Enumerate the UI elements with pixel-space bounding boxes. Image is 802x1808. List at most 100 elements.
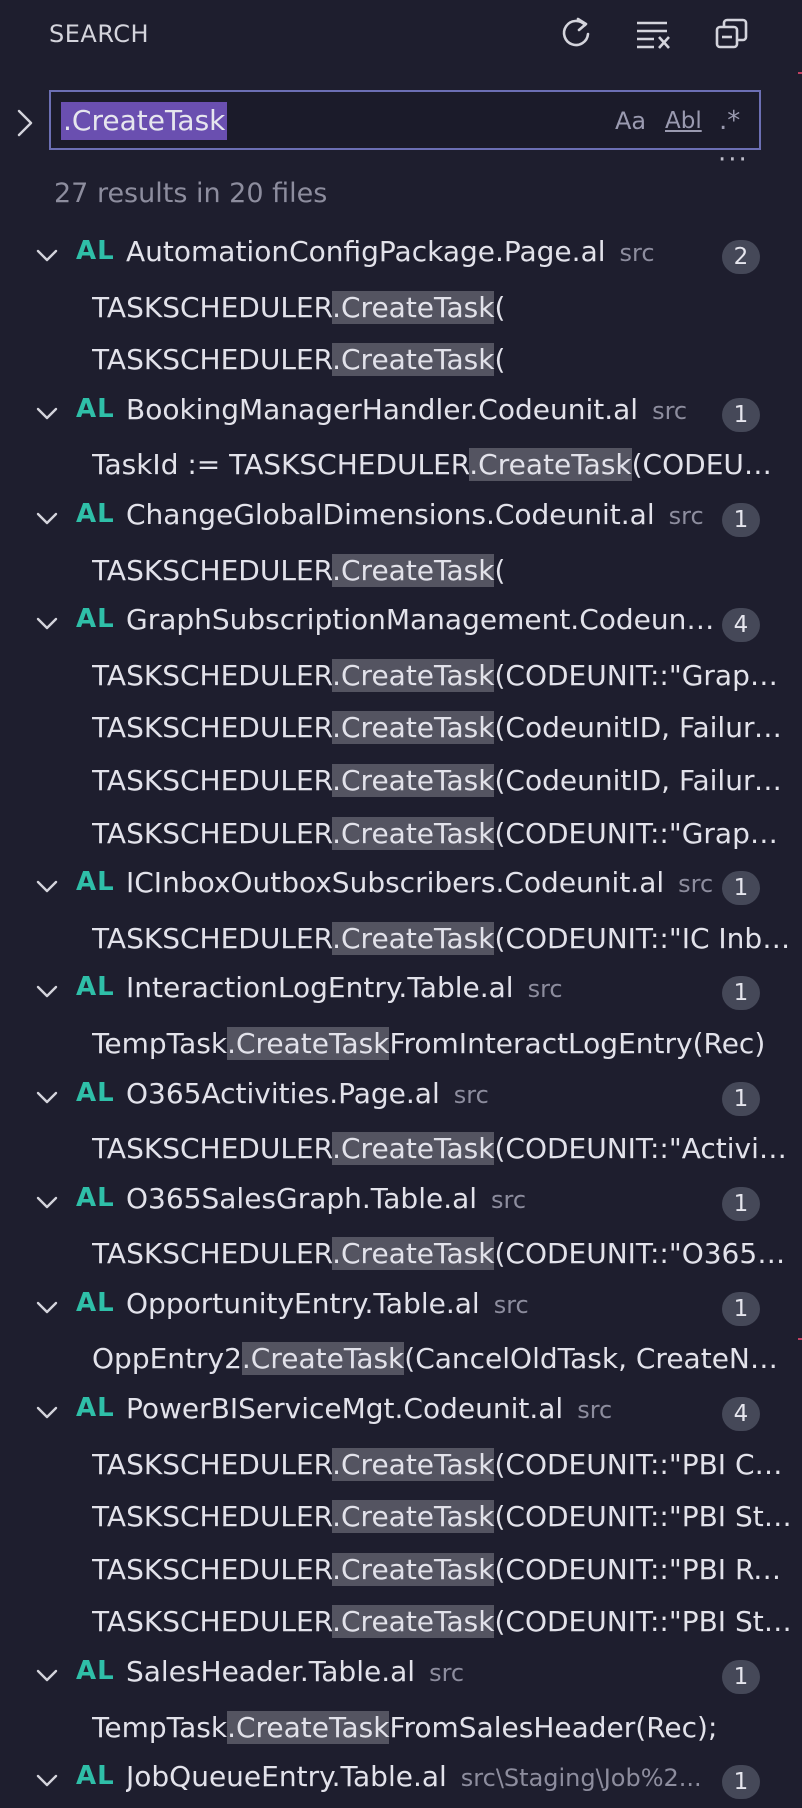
match-highlight: .CreateTask [332, 763, 495, 797]
file-label: JobQueueEntry.Table.al src\Staging\Job%2.… [126, 1760, 702, 1793]
results-tree: AL AutomationConfigPackage.Page.al src 2 TAS… [0, 230, 802, 1808]
match-context: (CODEUNIT::"PBI Sta... [494, 1500, 792, 1534]
match-highlight: .CreateTask [332, 1132, 495, 1166]
clear-results-icon[interactable] [634, 14, 674, 54]
search-view-header: SEARCH [0, 0, 802, 72]
match-result-row[interactable]: TempTask.CreateTaskFromSalesHeader(Rec); [0, 1703, 802, 1756]
match-context: TASKSCHEDULER [92, 1132, 333, 1166]
file-result-row[interactable]: AL O365Activities.Page.al src 1 [0, 1072, 802, 1125]
match-result-row[interactable]: TASKSCHEDULER.CreateTask( [0, 546, 802, 599]
chevron-down-icon[interactable] [34, 611, 60, 637]
file-result-row[interactable]: AL O365SalesGraph.Table.al src 1 [0, 1177, 802, 1230]
match-result-row[interactable]: OppEntry2.CreateTask(CancelOldTask, Crea… [0, 1334, 802, 1387]
match-context: ( [494, 343, 506, 377]
match-result-row[interactable]: TASKSCHEDULER.CreateTask(CODEUNIT::"Grap… [0, 809, 802, 862]
match-line-text: OppEntry2.CreateTask(CancelOldTask, Crea… [92, 1342, 792, 1376]
use-regex-toggle[interactable]: .* [719, 104, 740, 138]
chevron-down-icon[interactable] [34, 506, 60, 532]
file-result-row[interactable]: AL OpportunityEntry.Table.al src 1 [0, 1282, 802, 1335]
toggle-replace-chevron-right-icon[interactable] [12, 106, 38, 140]
match-result-row[interactable]: TASKSCHEDULER.CreateTask(CODEUNIT::"PBI … [0, 1597, 802, 1650]
match-result-row[interactable]: TASKSCHEDULER.CreateTask(CodeunitID, Fai… [0, 703, 802, 756]
match-line-text: TempTask.CreateTaskFromInteractLogEntry(… [92, 1026, 792, 1060]
chevron-down-icon[interactable] [34, 1190, 60, 1216]
match-highlight: .CreateTask [332, 1605, 495, 1639]
chevron-down-icon[interactable] [34, 979, 60, 1005]
file-result-row[interactable]: AL PowerBIServiceMgt.Codeunit.al src 4 [0, 1387, 802, 1440]
file-path: src [453, 1080, 489, 1109]
match-count-badge: 1 [722, 1186, 760, 1221]
view-title: SEARCH [49, 20, 150, 48]
match-result-row[interactable]: TaskId := TASKSCHEDULER.CreateTask(CODEU… [0, 440, 802, 493]
match-result-row[interactable]: TASKSCHEDULER.CreateTask( [0, 283, 802, 336]
match-line-text: TempTask.CreateTaskFromSalesHeader(Rec); [92, 1710, 792, 1744]
file-label: SalesHeader.Table.al src [126, 1655, 464, 1688]
file-label: GraphSubscriptionManagement.Codeunit... [126, 603, 716, 636]
match-result-row[interactable]: TASKSCHEDULER.CreateTask( [0, 335, 802, 388]
chevron-down-icon[interactable] [34, 243, 60, 269]
chevron-down-icon[interactable] [34, 1768, 60, 1794]
match-highlight: .CreateTask [332, 921, 495, 955]
match-context: TASKSCHEDULER [92, 921, 333, 955]
match-count-badge: 1 [722, 1081, 760, 1116]
match-context: (CodeunitID, Failure... [494, 763, 792, 797]
match-result-row[interactable]: TempTask.CreateTaskFromInteractLogEntry(… [0, 1019, 802, 1072]
file-result-row[interactable]: AL ICInboxOutboxSubscribers.Codeunit.al sr… [0, 861, 802, 914]
match-result-row[interactable]: TASKSCHEDULER.CreateTask(CODEUNIT::"PBI … [0, 1440, 802, 1493]
match-context: TASKSCHEDULER [92, 290, 333, 324]
match-context: ( [494, 290, 506, 324]
al-file-icon: AL [76, 236, 115, 266]
chevron-down-icon[interactable] [34, 874, 60, 900]
match-result-row[interactable]: TASKSCHEDULER.CreateTask(CODEUNIT::"Grap… [0, 651, 802, 704]
toggle-search-details-button[interactable]: ··· [718, 147, 749, 173]
file-label: OpportunityEntry.Table.al src [126, 1287, 529, 1320]
file-result-row[interactable]: AL ChangeGlobalDimensions.Codeunit.al src 1 [0, 493, 802, 546]
search-input[interactable]: .CreateTask Aa Abl .* [49, 90, 761, 150]
chevron-down-icon[interactable] [34, 1663, 60, 1689]
match-context: TASKSCHEDULER [92, 343, 333, 377]
match-context: (CODEUNIT::"Graph ... [494, 658, 792, 692]
match-result-row[interactable]: TASKSCHEDULER.CreateTask(CODEUNIT::"PBI … [0, 1492, 802, 1545]
match-highlight: .CreateTask [332, 711, 495, 745]
match-result-row[interactable]: TASKSCHEDULER.CreateTask(CodeunitID, Fai… [0, 756, 802, 809]
match-highlight: .CreateTask [469, 448, 632, 482]
match-highlight: .CreateTask [227, 1710, 390, 1744]
chevron-down-icon[interactable] [34, 1295, 60, 1321]
file-result-row[interactable]: AL BookingManagerHandler.Codeunit.al src 1 [0, 388, 802, 441]
match-count-badge: 1 [722, 1291, 760, 1326]
collapse-all-icon[interactable] [712, 14, 752, 54]
file-name: ChangeGlobalDimensions.Codeunit.al [126, 497, 655, 531]
chevron-down-icon[interactable] [34, 401, 60, 427]
match-count-badge: 1 [722, 1660, 760, 1695]
match-context: TASKSCHEDULER [92, 763, 333, 797]
match-context: (CODEUNIT::"Graph ... [494, 816, 792, 850]
search-input-value[interactable]: .CreateTask [61, 102, 228, 140]
match-context: ( [494, 553, 506, 587]
file-path: src [491, 1185, 527, 1214]
chevron-down-icon[interactable] [34, 1085, 60, 1111]
chevron-down-icon[interactable] [34, 1400, 60, 1426]
match-case-toggle[interactable]: Aa [615, 104, 646, 138]
match-result-row[interactable]: TASKSCHEDULER.CreateTask(CODEUNIT::"Acti… [0, 1124, 802, 1177]
match-result-row[interactable]: TASKSCHEDULER.CreateTask(CODEUNIT::"IC I… [0, 914, 802, 967]
match-line-text: TASKSCHEDULER.CreateTask(CODEUNIT::"PBI … [92, 1447, 792, 1481]
file-path: src [652, 396, 688, 425]
match-line-text: TaskId := TASKSCHEDULER.CreateTask(CODEU… [92, 448, 792, 482]
match-whole-word-toggle[interactable]: Abl [665, 104, 702, 138]
file-name: InteractionLogEntry.Table.al [126, 971, 514, 1005]
match-highlight: .CreateTask [332, 658, 495, 692]
match-count-badge: 1 [722, 871, 760, 906]
match-result-row[interactable]: TASKSCHEDULER.CreateTask(CODEUNIT::"O365… [0, 1229, 802, 1282]
match-highlight: .CreateTask [332, 290, 495, 324]
match-highlight: .CreateTask [332, 1237, 495, 1271]
file-result-row[interactable]: AL AutomationConfigPackage.Page.al src 2 [0, 230, 802, 283]
file-result-row[interactable]: AL GraphSubscriptionManagement.Codeunit..… [0, 598, 802, 651]
al-file-icon: AL [76, 1287, 115, 1318]
refresh-icon[interactable] [556, 14, 596, 54]
file-result-row[interactable]: AL SalesHeader.Table.al src 1 [0, 1650, 802, 1703]
match-result-row[interactable]: TASKSCHEDULER.CreateTask(CODEUNIT::"PBI … [0, 1545, 802, 1598]
match-context: (CODEUNIT::"PBI Ret... [494, 1552, 792, 1586]
file-path: src\Staging\Job%2... [460, 1764, 702, 1793]
match-context: (CodeunitID, Failure... [494, 711, 792, 745]
file-result-row[interactable]: AL InteractionLogEntry.Table.al src 1 [0, 966, 802, 1019]
